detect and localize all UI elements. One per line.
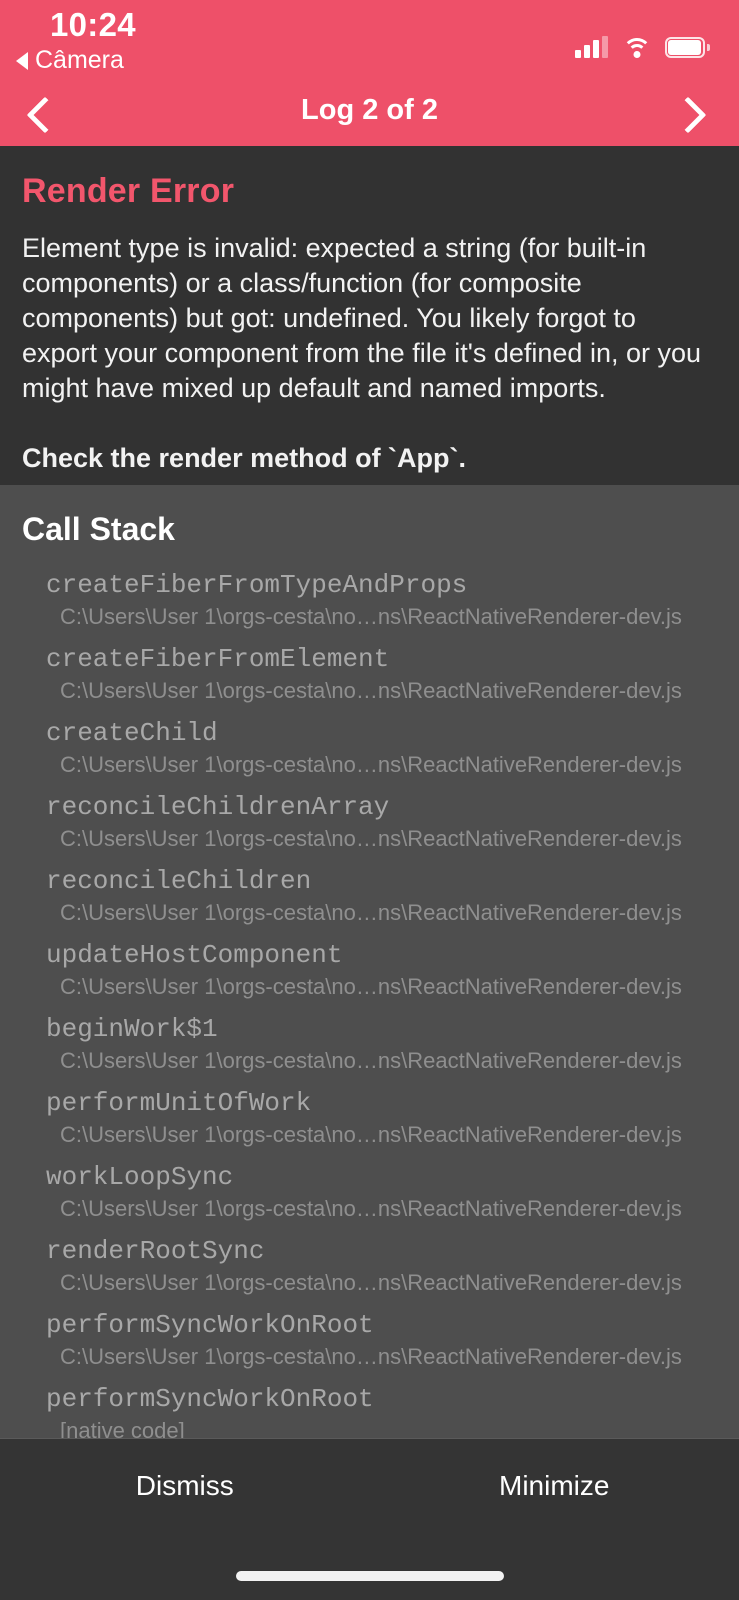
call-stack-frame-location: C:\Users\User 1\orgs-cesta\no…ns\ReactNa… (60, 752, 682, 777)
wifi-icon (622, 36, 651, 58)
call-stack-frame-name: createFiberFromElement (46, 644, 390, 674)
call-stack-frame-location: C:\Users\User 1\orgs-cesta\no…ns\ReactNa… (60, 1344, 682, 1369)
call-stack-panel[interactable]: Call Stack createFiberFromTypeAndProps C:… (0, 485, 739, 1600)
call-stack-frame[interactable]: workLoopSync C:\Users\User 1\orgs-cesta\n… (0, 1160, 739, 1234)
call-stack-frame[interactable]: performUnitOfWork C:\Users\User 1\orgs-ce… (0, 1086, 739, 1160)
call-stack-frame-name: updateHostComponent (46, 940, 343, 970)
call-stack-frame-name: createFiberFromTypeAndProps (46, 570, 468, 600)
error-title: Render Error (22, 172, 235, 210)
error-body: Element type is invalid: expected a stri… (22, 231, 717, 476)
call-stack-frame-location: C:\Users\User 1\orgs-cesta\no…ns\ReactNa… (60, 678, 682, 703)
call-stack-frame-location: C:\Users\User 1\orgs-cesta\no…ns\ReactNa… (60, 1122, 682, 1147)
call-stack-frame-name: renderRootSync (46, 1236, 265, 1266)
error-check-line: Check the render method of `App`. (22, 443, 467, 473)
call-stack-frame[interactable]: beginWork$1 C:\Users\User 1\orgs-cesta\no… (0, 1012, 739, 1086)
error-spacer (22, 406, 717, 441)
call-stack-frame[interactable]: createChild C:\Users\User 1\orgs-cesta\no… (0, 716, 739, 790)
call-stack-frame-location: C:\Users\User 1\orgs-cesta\no…ns\ReactNa… (60, 1048, 682, 1073)
call-stack-frame[interactable]: updateHostComponent C:\Users\User 1\orgs-… (0, 938, 739, 1012)
triangle-left-icon (16, 51, 28, 70)
status-bar-clock: 10:24 (50, 6, 136, 43)
call-stack-frame-location: C:\Users\User 1\orgs-cesta\no…ns\ReactNa… (60, 826, 682, 851)
call-stack-heading: Call Stack (22, 511, 175, 547)
call-stack-frame[interactable]: reconcileChildren C:\Users\User 1\orgs-ce… (0, 864, 739, 938)
chevron-right-icon[interactable] (667, 91, 721, 143)
status-bar: 10:24 Câmera (0, 0, 739, 88)
call-stack-frame-name: createChild (46, 718, 218, 748)
call-stack-frame[interactable]: createFiberFromTypeAndProps C:\Users\User… (0, 568, 739, 642)
back-to-app-button[interactable]: Câmera (16, 46, 124, 75)
call-stack-frame[interactable]: createFiberFromElement C:\Users\User 1\or… (0, 642, 739, 716)
call-stack-frame-name: reconcileChildrenArray (46, 792, 390, 822)
call-stack-frame-name: performSyncWorkOnRoot (46, 1310, 374, 1340)
call-stack-frame-name: reconcileChildren (46, 866, 312, 896)
call-stack-frame[interactable]: reconcileChildrenArray C:\Users\User 1\or… (0, 790, 739, 864)
call-stack-frame-name: performUnitOfWork (46, 1088, 312, 1118)
action-footer: Dismiss Minimize (0, 1438, 739, 1600)
call-stack-list: createFiberFromTypeAndProps C:\Users\User… (0, 548, 739, 1456)
battery-icon (665, 37, 710, 58)
top-bar: 10:24 Câmera Log 2 of 2 (0, 0, 739, 146)
call-stack-frame-location: C:\Users\User 1\orgs-cesta\no…ns\ReactNa… (60, 900, 682, 925)
call-stack-frame-location: C:\Users\User 1\orgs-cesta\no…ns\ReactNa… (60, 604, 682, 629)
cellular-signal-icon (575, 36, 608, 58)
back-to-app-label: Câmera (35, 46, 124, 74)
call-stack-frame-location: C:\Users\User 1\orgs-cesta\no…ns\ReactNa… (60, 1196, 682, 1221)
call-stack-frame-location: C:\Users\User 1\orgs-cesta\no…ns\ReactNa… (60, 974, 682, 999)
home-indicator[interactable] (235, 1571, 504, 1581)
dismiss-button[interactable]: Dismiss (0, 1439, 370, 1502)
error-message-text: Element type is invalid: expected a stri… (22, 233, 702, 403)
log-counter-title: Log 2 of 2 (301, 94, 438, 126)
call-stack-frame[interactable]: renderRootSync C:\Users\User 1\orgs-cesta… (0, 1234, 739, 1308)
error-message-panel: Render Error Element type is invalid: ex… (0, 146, 739, 485)
call-stack-frame-location: C:\Users\User 1\orgs-cesta\no…ns\ReactNa… (60, 1270, 682, 1295)
minimize-button[interactable]: Minimize (370, 1439, 739, 1502)
call-stack-frame-name: beginWork$1 (46, 1014, 218, 1044)
redbox-error-screen: 10:24 Câmera Log 2 of 2 Render Error Ele… (0, 0, 739, 1600)
status-bar-icons (575, 26, 710, 58)
log-navigation-bar: Log 2 of 2 (0, 88, 739, 146)
call-stack-frame-name: performSyncWorkOnRoot (46, 1384, 374, 1414)
call-stack-frame[interactable]: performSyncWorkOnRoot C:\Users\User 1\org… (0, 1308, 739, 1382)
call-stack-frame-name: workLoopSync (46, 1162, 234, 1192)
